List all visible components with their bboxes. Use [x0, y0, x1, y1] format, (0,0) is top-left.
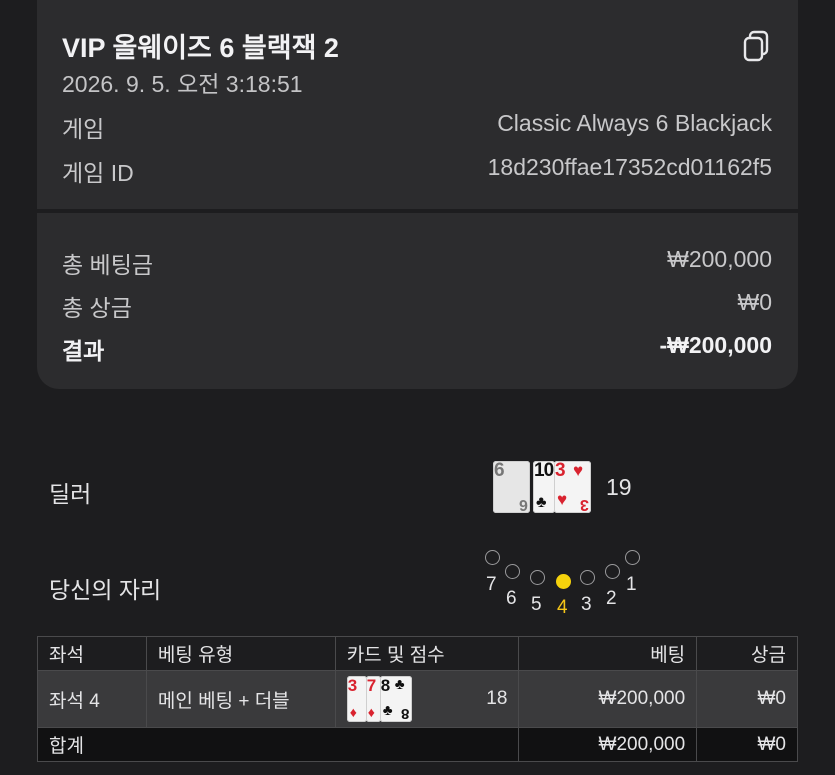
round-summary-card: VIP 올웨이즈 6 블랙잭 2 2026. 9. 5. 오전 3:18:51 …	[37, 0, 798, 389]
card-rank-rotated: 6	[519, 496, 528, 513]
row-seat: 좌석 4	[37, 670, 147, 728]
card-rank: 3	[347, 676, 358, 695]
card-rank: 7	[366, 676, 377, 695]
seat-3-dot[interactable]	[580, 570, 595, 585]
dealer-score: 19	[606, 474, 632, 500]
seat-6-dot[interactable]	[505, 564, 520, 579]
hand-score: 18	[486, 688, 508, 709]
seat-2-number: 2	[606, 588, 617, 609]
game-title: VIP 올웨이즈 6 블랙잭 2	[62, 33, 339, 63]
header-win: 상금	[696, 636, 798, 671]
total-win: ₩0	[696, 727, 798, 762]
hand-history-table: 좌석 베팅 유형 카드 및 점수 베팅 상금 좌석 4 메인 베팅 + 더블 3…	[36, 636, 798, 762]
seat-5-dot[interactable]	[530, 570, 545, 585]
total-win-value: ₩0	[737, 289, 773, 315]
player-card-3: 8 ♣ ♣ 8	[379, 676, 412, 722]
seat-7-dot[interactable]	[485, 550, 500, 565]
dealer-card-3: 3 ♥ ♥ 3	[554, 460, 591, 513]
table-header-row: 좌석 베팅 유형 카드 및 점수 베팅 상금	[37, 636, 798, 671]
row-cards-cell: 3 ♦ 7 ♦ 8 ♣ ♣ 8 18	[334, 670, 520, 728]
header-cards-score: 카드 및 점수	[334, 636, 520, 671]
row-bet: ₩200,000	[518, 670, 698, 728]
club-icon: ♣	[394, 676, 405, 693]
copy-icon[interactable]	[742, 30, 772, 62]
total-bet-value: ₩200,000	[667, 246, 772, 272]
seat-3-number: 3	[581, 594, 592, 615]
total-win-label: 총 상금	[62, 295, 132, 321]
game-value: Classic Always 6 Blackjack	[497, 110, 772, 136]
table-row: 좌석 4 메인 베팅 + 더블 3 ♦ 7 ♦ 8 ♣ ♣ 8 18 ₩200,…	[37, 670, 798, 728]
diamond-icon: ♦	[349, 704, 357, 720]
game-id-value: 18d230ffae17352cd01162f5	[487, 154, 772, 180]
round-datetime: 2026. 9. 5. 오전 3:18:51	[62, 71, 303, 97]
card-rank: 3	[555, 460, 566, 481]
seat-label: 당신의 자리	[49, 577, 162, 603]
divider	[37, 209, 798, 213]
row-bet-type: 메인 베팅 + 더블	[145, 670, 336, 728]
diamond-icon: ♦	[367, 704, 375, 720]
card-rank: 6	[494, 460, 505, 481]
seat-6-number: 6	[506, 588, 517, 609]
seat-1-number: 1	[626, 574, 637, 595]
heart-icon: ♥	[573, 461, 584, 480]
header-seat: 좌석	[37, 636, 147, 671]
seat-2-dot[interactable]	[605, 564, 620, 579]
card-rank: 10	[534, 460, 554, 481]
seat-4-number: 4	[557, 597, 568, 618]
game-id-label: 게임 ID	[62, 160, 134, 186]
dealer-card-2: 10 ♣	[533, 460, 555, 513]
player-card-1: 3 ♦	[346, 676, 367, 722]
table-total-row: 합계 ₩200,000 ₩0	[36, 727, 798, 762]
result-value: -₩200,000	[659, 332, 772, 358]
club-icon: ♣	[382, 702, 393, 719]
player-card-2: 7 ♦	[365, 676, 381, 722]
heart-icon: ♥	[557, 490, 568, 509]
dealer-card-1: 6 6	[493, 460, 530, 513]
card-rank-rotated: 8	[401, 705, 410, 722]
total-bet-label: 총 베팅금	[62, 252, 154, 278]
seat-4-dot[interactable]	[556, 574, 571, 589]
total-label: 합계	[36, 727, 520, 762]
club-icon: ♣	[536, 494, 547, 511]
header-bet-type: 베팅 유형	[145, 636, 336, 671]
seat-1-dot[interactable]	[625, 550, 640, 565]
dealer-label: 딜러	[49, 481, 92, 507]
card-rank-rotated: 3	[580, 496, 589, 513]
header-bet: 베팅	[518, 636, 698, 671]
row-win: ₩0	[696, 670, 798, 728]
card-rank: 8	[380, 676, 391, 695]
total-bet: ₩200,000	[518, 727, 698, 762]
game-label: 게임	[62, 116, 105, 142]
result-label: 결과	[62, 338, 105, 364]
seat-7-number: 7	[486, 574, 497, 595]
seat-5-number: 5	[531, 594, 542, 615]
